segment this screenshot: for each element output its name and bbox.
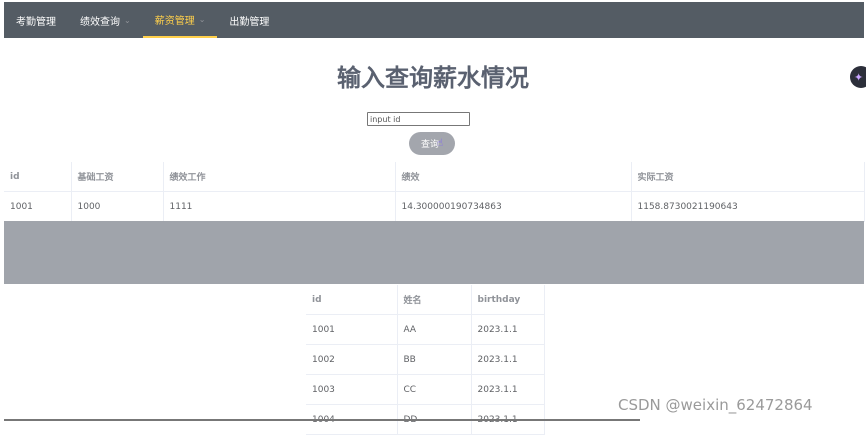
nav-item-label: 出勤管理 — [229, 16, 270, 28]
table-cell: 1158.8730021190643 — [631, 191, 865, 222]
nav-item-attendance[interactable]: 考勤管理 — [4, 2, 68, 38]
table-row: 1001 1000 1111 14.300000190734863 1158.8… — [4, 191, 865, 222]
table-cell: BB — [397, 344, 472, 375]
table-cell: CC — [397, 374, 472, 405]
column-header: birthday — [471, 285, 545, 315]
table-cell: 1002 — [306, 344, 398, 375]
table-row: 1002 BB 2023.1.1 — [306, 344, 545, 375]
nav-item-label: 绩效查询 — [80, 16, 120, 28]
table-header-row: id 基础工资 绩效工作 绩效 实际工资 — [4, 162, 865, 192]
table-cell: 1001 — [306, 314, 398, 345]
gray-band — [4, 221, 864, 284]
nav-item-label: 考勤管理 — [16, 16, 56, 28]
column-header: id — [306, 285, 398, 315]
table-cell: 2023.1.1 — [471, 374, 545, 405]
watermark: CSDN @weixin_62472864 — [618, 396, 813, 414]
nav-item-label: 薪资管理 — [154, 15, 195, 27]
hand-pointer-icon: ☝ — [436, 138, 444, 149]
sparkle-icon[interactable]: ✦ — [850, 66, 866, 88]
nav-item-salary[interactable]: 薪资管理 ⌄ — [142, 2, 218, 38]
bottom-scrollbar[interactable] — [4, 419, 640, 421]
query-button[interactable]: 查询 ☝ — [409, 132, 455, 155]
table-row: 1001 AA 2023.1.1 — [306, 314, 545, 345]
table-cell: 14.300000190734863 — [395, 191, 632, 222]
employee-table: id 姓名 birthday 1001 AA 2023.1.1 1002 BB … — [306, 285, 545, 435]
table-row: 1003 CC 2023.1.1 — [306, 374, 545, 405]
chevron-down-icon: ⌄ — [124, 15, 131, 25]
column-header: id — [4, 162, 72, 192]
column-header: 绩效工作 — [163, 162, 396, 192]
chevron-down-icon: ⌄ — [198, 14, 206, 24]
nav-item-performance[interactable]: 绩效查询 ⌄ — [68, 2, 143, 38]
column-header: 绩效 — [395, 162, 632, 192]
id-search-input[interactable] — [367, 112, 470, 126]
column-header: 基础工资 — [71, 162, 164, 192]
table-cell: 1111 — [163, 191, 396, 222]
table-cell: 2023.1.1 — [471, 344, 545, 375]
nav-item-checkin[interactable]: 出勤管理 — [217, 2, 281, 38]
table-cell: 2023.1.1 — [471, 314, 545, 345]
table-cell: 1001 — [4, 191, 72, 222]
page-title: 输入查询薪水情况 — [337, 64, 529, 92]
top-navbar: 考勤管理 绩效查询 ⌄ 薪资管理 ⌄ 出勤管理 — [4, 2, 864, 38]
salary-table: id 基础工资 绩效工作 绩效 实际工资 1001 1000 1111 14.3… — [4, 162, 865, 222]
table-cell: AA — [397, 314, 472, 345]
table-header-row: id 姓名 birthday — [306, 285, 545, 315]
column-header: 姓名 — [397, 285, 472, 315]
column-header: 实际工资 — [631, 162, 865, 192]
table-cell: 1000 — [71, 191, 164, 222]
table-cell: 1003 — [306, 374, 398, 405]
